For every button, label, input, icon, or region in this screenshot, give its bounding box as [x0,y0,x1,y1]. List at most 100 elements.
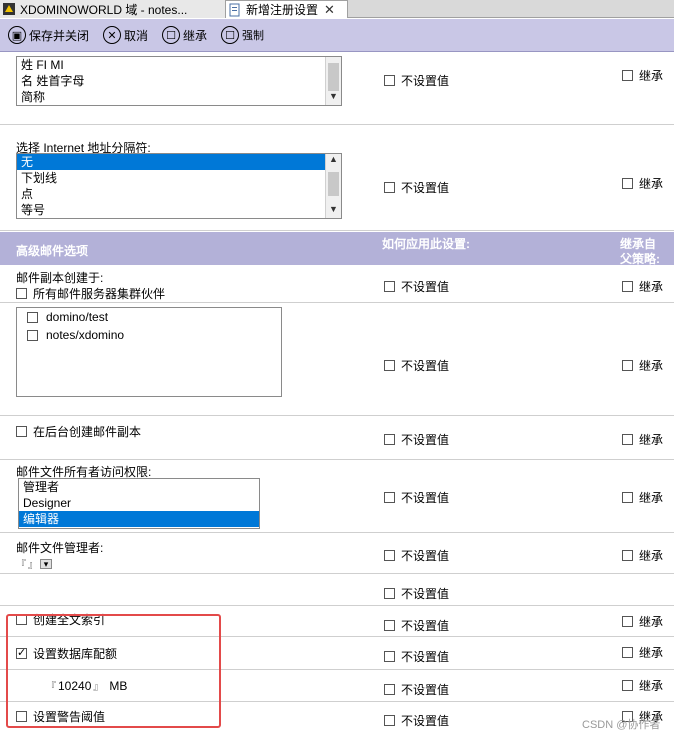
inherit-option[interactable]: 继承 [622,278,663,295]
inherit-checkbox[interactable] [622,434,633,445]
background-replica-checkbox[interactable] [16,426,27,437]
inherit-option[interactable]: 继承 [622,613,663,630]
not-set-checkbox[interactable] [384,281,395,292]
not-set-option[interactable]: 不设置值 [384,712,449,729]
warning-threshold-checkbox[interactable] [16,711,27,722]
not-set-option[interactable]: 不设置值 [384,278,449,295]
list-item[interactable]: domino/test [17,308,281,326]
file-manager-field[interactable]: 『 』 ▾ [16,556,52,571]
cancel-icon: ✕ [103,26,122,44]
enforce-button[interactable]: ☐ 强制 [221,26,264,44]
not-set-checkbox[interactable] [384,182,395,193]
tab-domain[interactable]: XDOMINOWORLD 域 - notes... [0,0,226,18]
scrollbar[interactable]: ▲ ▼ [325,154,341,218]
not-set-checkbox[interactable] [384,684,395,695]
list-item[interactable]: 下划线 [17,170,341,186]
inherit-checkbox[interactable] [622,647,633,658]
not-set-checkbox[interactable] [384,434,395,445]
list-item[interactable]: 无 [17,154,341,170]
fulltext-index-label: 创建全文索引 [33,613,106,627]
scroll-up-icon[interactable]: ▲ [326,154,341,168]
not-set-checkbox[interactable] [384,492,395,503]
inherit-checkbox[interactable] [622,178,633,189]
not-set-label: 不设置值 [401,714,450,728]
list-item[interactable]: notes/xdomino [17,326,281,344]
not-set-option[interactable]: 不设置值 [384,489,449,506]
not-set-option[interactable]: 不设置值 [384,357,449,374]
inherit-option[interactable]: 继承 [622,677,663,694]
tab-new-registration-settings[interactable]: 新增注册设置 ✕ [226,0,348,18]
db-quota-label: 设置数据库配额 [33,647,118,661]
inherit-option[interactable]: 继承 [622,547,663,564]
not-set-checkbox[interactable] [384,588,395,599]
name-format-listbox[interactable]: 姓 FI MI 名 姓首字母 简称 ▼ [16,56,342,106]
fulltext-index-option[interactable]: 创建全文索引 [16,611,105,628]
owner-access-listbox[interactable]: 管理者 Designer 编辑器 [18,478,260,529]
list-item[interactable]: 编辑器 [19,511,259,527]
not-set-option[interactable]: 不设置值 [384,547,449,564]
inherit-option[interactable]: 继承 [622,431,663,448]
list-item[interactable]: 简称 [17,89,341,105]
inherit-label: 继承 [639,433,664,447]
inherit-checkbox[interactable] [622,550,633,561]
replica-server-listbox[interactable]: domino/test notes/xdomino [16,307,282,397]
quota-value-input[interactable]: 10240 [58,679,91,693]
scrollbar[interactable]: ▼ [325,57,341,105]
fulltext-index-checkbox[interactable] [16,614,27,625]
list-item[interactable]: 等号 [17,202,341,218]
chevron-down-icon[interactable]: ▾ [40,558,52,569]
warning-threshold-option[interactable]: 设置警告阈值 [16,708,105,725]
not-set-option[interactable]: 不设置值 [384,681,449,698]
cancel-button[interactable]: ✕ 取消 [103,26,148,44]
all-cluster-checkbox[interactable] [16,288,27,299]
not-set-checkbox[interactable] [384,620,395,631]
inherit-option[interactable]: 继承 [622,357,663,374]
not-set-checkbox[interactable] [384,715,395,726]
inherit-checkbox[interactable] [622,360,633,371]
inherit-option[interactable]: 继承 [622,67,663,84]
internet-separator-row: 选择 Internet 地址分隔符: 无 下划线 点 等号 ▲ ▼ 不设置值 继… [0,126,674,231]
inherit-checkbox[interactable] [622,492,633,503]
inherit-label: 继承 [639,646,664,660]
not-set-checkbox[interactable] [384,651,395,662]
list-item[interactable]: 点 [17,186,341,202]
background-replica-label: 在后台创建邮件副本 [33,425,142,439]
how-apply-header: 如何应用此设置: [382,237,470,251]
quota-value-field[interactable]: 『 10240 』 MB [46,678,127,694]
not-set-option[interactable]: 不设置值 [384,585,449,602]
inherit-button[interactable]: ☐ 继承 [162,26,207,44]
inherit-option[interactable]: 继承 [622,175,663,192]
save-close-button[interactable]: ▣ 保存并关闭 [8,26,89,44]
inherit-option[interactable]: 继承 [622,644,663,661]
scroll-down-icon[interactable]: ▼ [326,204,341,218]
server-checkbox[interactable] [27,329,38,341]
not-set-option[interactable]: 不设置值 [384,72,449,89]
not-set-checkbox[interactable] [384,360,395,371]
not-set-option[interactable]: 不设置值 [384,648,449,665]
scroll-down-icon[interactable]: ▼ [326,91,341,105]
db-quota-checkbox[interactable] [16,646,27,659]
inherit-label: 继承 [639,280,664,294]
server-checkbox[interactable] [27,311,38,323]
inherit-checkbox[interactable] [622,281,633,292]
close-icon[interactable]: ✕ [324,2,335,18]
inherit-checkbox[interactable] [622,680,633,691]
inherit-checkbox[interactable] [622,70,633,81]
not-set-checkbox[interactable] [384,75,395,86]
all-cluster-option[interactable]: 所有邮件服务器集群伙伴 [16,285,165,302]
background-replica-option[interactable]: 在后台创建邮件副本 [16,423,141,440]
inherit-checkbox[interactable] [622,616,633,627]
not-set-checkbox[interactable] [384,550,395,561]
internet-separator-listbox[interactable]: 无 下划线 点 等号 ▲ ▼ [16,153,342,219]
tab-label: 新增注册设置 [246,3,319,17]
not-set-option[interactable]: 不设置值 [384,617,449,634]
list-item[interactable]: Designer [19,495,259,511]
list-item[interactable]: 姓 FI MI [17,57,341,73]
not-set-label: 不设置值 [401,280,450,294]
list-item[interactable]: 名 姓首字母 [17,73,341,89]
not-set-option[interactable]: 不设置值 [384,179,449,196]
not-set-option[interactable]: 不设置值 [384,431,449,448]
db-quota-option[interactable]: 设置数据库配额 [16,645,117,662]
inherit-option[interactable]: 继承 [622,489,663,506]
list-item[interactable]: 管理者 [19,479,259,495]
